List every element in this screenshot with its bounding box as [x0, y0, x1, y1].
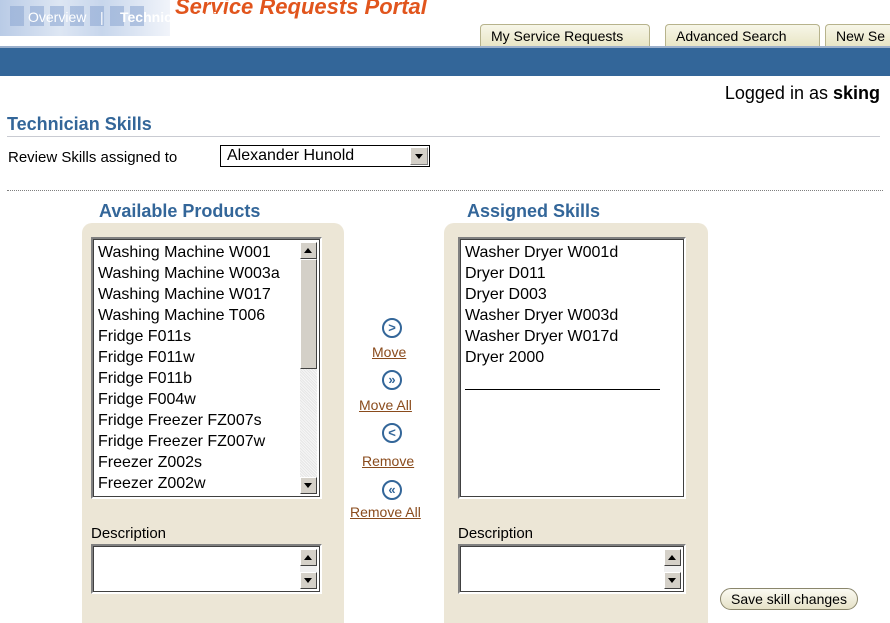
- remove-all-link[interactable]: Remove All: [350, 504, 421, 520]
- available-description-field[interactable]: [91, 544, 322, 594]
- technician-select[interactable]: Alexander Hunold: [220, 145, 430, 167]
- list-item[interactable]: Washing Machine W001: [95, 242, 298, 263]
- page-title: Technician Skills: [7, 114, 152, 134]
- scroll-up-icon[interactable]: [300, 549, 317, 566]
- technician-select-value: Alexander Hunold: [227, 147, 355, 164]
- list-item[interactable]: Washing Machine W003a: [95, 263, 298, 284]
- scroll-down-icon[interactable]: [300, 572, 317, 589]
- list-item[interactable]: Washing Machine W017: [95, 284, 298, 305]
- username: sking: [832, 83, 880, 103]
- list-item[interactable]: Fridge F011b: [95, 368, 298, 389]
- move-all-left-icon[interactable]: «: [382, 480, 402, 500]
- nav-link-overview[interactable]: Overview: [28, 9, 86, 25]
- save-skill-changes-button[interactable]: Save skill changes: [720, 588, 858, 610]
- title-divider: [7, 136, 880, 137]
- scroll-down-icon[interactable]: [664, 572, 681, 589]
- scroll-up-icon[interactable]: [664, 549, 681, 566]
- move-link[interactable]: Move: [372, 344, 406, 360]
- assigned-skills-list[interactable]: Washer Dryer W001d Dryer D011 Dryer D003…: [458, 237, 686, 499]
- available-list-scrollbar[interactable]: [300, 242, 317, 494]
- description-scrollbar[interactable]: [300, 549, 317, 589]
- list-item[interactable]: Dryer D003: [462, 284, 680, 305]
- move-left-icon[interactable]: <: [382, 423, 402, 443]
- list-item[interactable]: Freezer Z002w: [95, 473, 298, 494]
- tab-my-service-requests[interactable]: My Service Requests: [480, 24, 650, 46]
- description-scrollbar[interactable]: [664, 549, 681, 589]
- list-item[interactable]: Fridge F011s: [95, 326, 298, 347]
- list-item[interactable]: Washer Dryer W003d: [462, 305, 680, 326]
- list-item[interactable]: Fridge Freezer FZ007s: [95, 410, 298, 431]
- logged-in-label: Logged in as: [724, 83, 828, 103]
- list-item[interactable]: Dryer D011: [462, 263, 680, 284]
- scroll-down-icon[interactable]: [300, 477, 317, 494]
- list-placeholder-line: [465, 389, 660, 390]
- chevron-down-icon[interactable]: [410, 147, 428, 165]
- list-item[interactable]: Washer Dryer W001d: [462, 242, 680, 263]
- list-item[interactable]: Fridge Freezer FZ007w: [95, 431, 298, 452]
- assigned-skills-heading: Assigned Skills: [467, 201, 601, 221]
- list-item[interactable]: Dryer 2000: [462, 347, 680, 368]
- available-description-label: Description: [91, 525, 167, 542]
- move-all-link[interactable]: Move All: [359, 397, 412, 413]
- nav-link-technician-skills[interactable]: Technician Skills: [120, 9, 233, 25]
- scrollbar-thumb[interactable]: [300, 259, 317, 369]
- scroll-up-icon[interactable]: [300, 242, 317, 259]
- list-item[interactable]: Fridge F011w: [95, 347, 298, 368]
- logged-in-status: Logged in as sking: [725, 83, 880, 104]
- review-skills-label: Review Skills assigned to: [8, 149, 178, 166]
- remove-link[interactable]: Remove: [362, 453, 414, 469]
- section-divider: [7, 190, 883, 191]
- tab-advanced-search[interactable]: Advanced Search: [665, 24, 820, 46]
- sub-navigation-bar: [0, 46, 890, 76]
- assigned-description-field[interactable]: [458, 544, 686, 594]
- available-products-heading: Available Products: [99, 201, 261, 221]
- tab-new-service-request[interactable]: New Se: [825, 24, 890, 46]
- list-item[interactable]: Washer Dryer W017d: [462, 326, 680, 347]
- move-all-right-icon[interactable]: »: [382, 370, 402, 390]
- list-item[interactable]: Fridge F004w: [95, 389, 298, 410]
- move-right-icon[interactable]: >: [382, 318, 402, 338]
- assigned-description-label: Description: [458, 525, 534, 542]
- available-products-list[interactable]: Washing Machine W001 Washing Machine W00…: [91, 237, 322, 499]
- list-item[interactable]: Washing Machine T006: [95, 305, 298, 326]
- nav-separator: |: [100, 9, 104, 25]
- list-item[interactable]: Freezer Z002s: [95, 452, 298, 473]
